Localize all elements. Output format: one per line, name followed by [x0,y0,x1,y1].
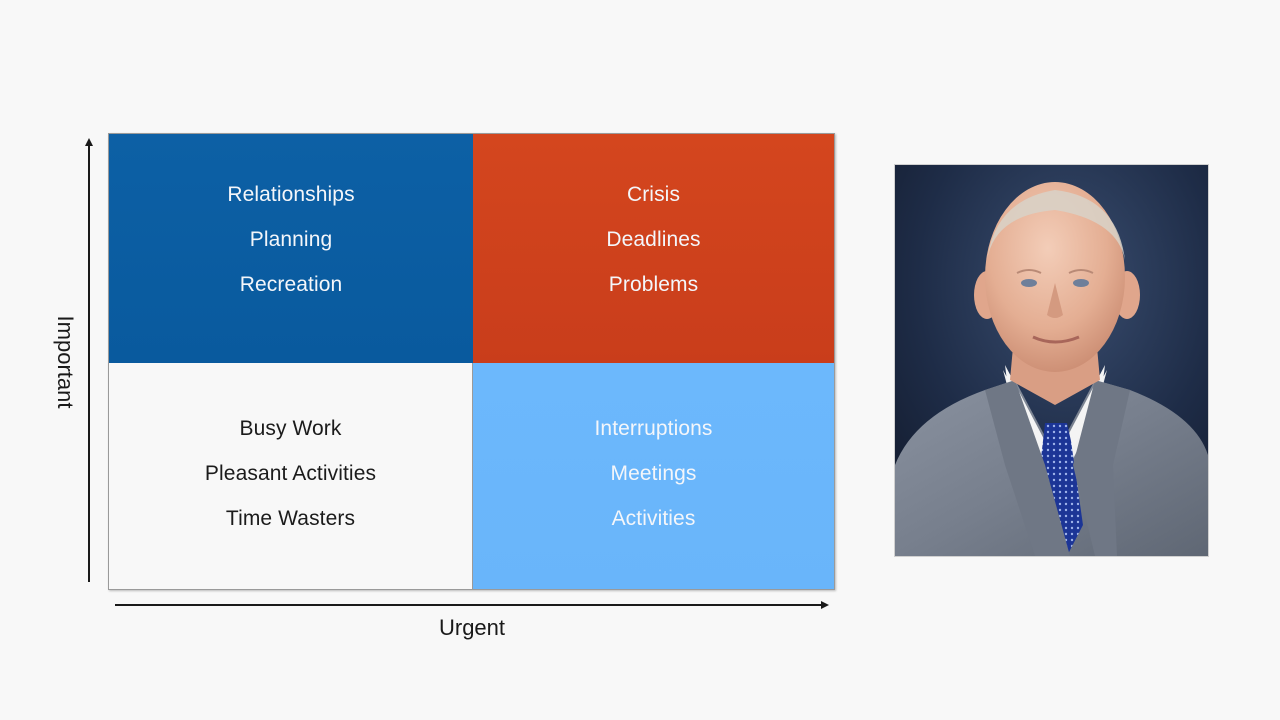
portrait-photo [895,165,1208,556]
important-axis-label: Important [53,315,78,409]
quadrant-important-urgent: Crisis Deadlines Problems [473,134,834,363]
slide: Important Relationships Planning Recreat… [0,0,1280,720]
quadrant-item: Interruptions [594,416,713,440]
quadrant-item: Planning [249,228,333,251]
quadrant-item: Recreation [239,273,343,296]
quadrant-important-not-urgent: Relationships Planning Recreation [109,134,473,363]
eisenhower-matrix: Relationships Planning Recreation Crisis… [108,133,835,590]
arrow-up-icon [85,138,93,146]
portrait-illustration [895,165,1208,556]
arrow-right-icon [821,601,829,609]
left-eye [1021,279,1037,287]
quadrant-item: Meetings [610,461,697,485]
quadrant-item: Activities [611,506,696,530]
quadrant-item: Problems [608,273,699,296]
right-eye [1073,279,1089,287]
urgent-axis-line [115,604,823,606]
important-axis-line [88,142,90,582]
quadrant-item: Crisis [626,183,681,206]
quadrant-item: Pleasant Activities [204,461,377,485]
quadrant-not-important-not-urgent: Busy Work Pleasant Activities Time Waste… [109,363,473,589]
quadrant-not-important-urgent: Interruptions Meetings Activities [473,363,834,589]
quadrant-item: Busy Work [239,416,342,440]
quadrant-item: Deadlines [606,228,701,251]
urgent-axis-label: Urgent [438,615,506,640]
quadrant-item: Relationships [227,183,355,206]
quadrant-item: Time Wasters [225,506,356,530]
